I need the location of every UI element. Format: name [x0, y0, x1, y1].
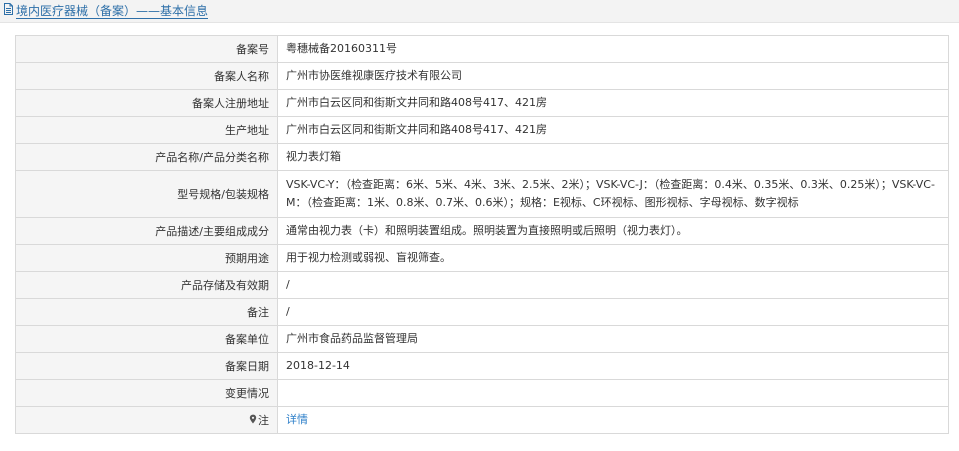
table-row: 变更情况	[16, 379, 948, 407]
table-row: 预期用途 用于视力检测或弱视、盲视筛查。	[16, 244, 948, 272]
row-label: 型号规格/包装规格	[16, 170, 278, 218]
detail-table: 备案号 粤穗械备20160311号 备案人名称 广州市协医维视康医疗技术有限公司…	[16, 36, 948, 434]
page-header: 境内医疗器械（备案）——基本信息	[0, 0, 959, 23]
table-row: 备注 /	[16, 298, 948, 326]
row-label: 备案日期	[16, 352, 278, 380]
page-title: 境内医疗器械（备案）——基本信息	[3, 2, 209, 20]
row-value: 通常由视力表（卡）和照明装置组成。照明装置为直接照明或后照明（视力表灯）。	[277, 217, 948, 245]
row-label: 备案单位	[16, 325, 278, 353]
row-label: 产品存储及有效期	[16, 271, 278, 299]
row-label: 产品名称/产品分类名称	[16, 143, 278, 171]
row-value: 详情	[277, 406, 948, 434]
row-label: 预期用途	[16, 244, 278, 272]
row-value	[277, 379, 948, 407]
row-label: 备案人名称	[16, 62, 278, 90]
row-label: 产品描述/主要组成成分	[16, 217, 278, 245]
row-label: 变更情况	[16, 379, 278, 407]
note-row-label: 注	[16, 406, 278, 434]
row-value: 视力表灯箱	[277, 143, 948, 171]
table-row: 型号规格/包装规格 VSK-VC-Y：（检查距离：6米、5米、4米、3米、2.5…	[16, 170, 948, 218]
table-row: 备案单位 广州市食品药品监督管理局	[16, 325, 948, 353]
page: 境内医疗器械（备案）——基本信息 备案号 粤穗械备20160311号 备案人名称…	[0, 0, 959, 451]
table-row: 备案日期 2018-12-14	[16, 352, 948, 380]
row-label: 备案号	[16, 36, 278, 63]
row-value: /	[277, 271, 948, 299]
document-icon	[3, 2, 14, 20]
table-row: 生产地址 广州市白云区同和街斯文井同和路408号417、421房	[16, 116, 948, 144]
note-row: 注 详情	[16, 406, 948, 434]
row-value: 广州市白云区同和街斯文井同和路408号417、421房	[277, 116, 948, 144]
detail-panel: 备案号 粤穗械备20160311号 备案人名称 广州市协医维视康医疗技术有限公司…	[15, 35, 949, 434]
table-row: 备案号 粤穗械备20160311号	[16, 36, 948, 63]
row-value: VSK-VC-Y：（检查距离：6米、5米、4米、3米、2.5米、2米）；VSK-…	[277, 170, 948, 218]
note-label-text: 注	[258, 414, 269, 427]
page-title-text: 境内医疗器械（备案）——基本信息	[16, 4, 209, 19]
row-value: 用于视力检测或弱视、盲视筛查。	[277, 244, 948, 272]
table-row: 产品存储及有效期 /	[16, 271, 948, 299]
row-value: 广州市食品药品监督管理局	[277, 325, 948, 353]
row-label: 备注	[16, 298, 278, 326]
table-row: 产品名称/产品分类名称 视力表灯箱	[16, 143, 948, 171]
row-value: 广州市协医维视康医疗技术有限公司	[277, 62, 948, 90]
row-value: /	[277, 298, 948, 326]
row-label: 生产地址	[16, 116, 278, 144]
row-value: 粤穗械备20160311号	[277, 36, 948, 63]
row-value: 广州市白云区同和街斯文井同和路408号417、421房	[277, 89, 948, 117]
details-link[interactable]: 详情	[286, 413, 308, 426]
table-row: 产品描述/主要组成成分 通常由视力表（卡）和照明装置组成。照明装置为直接照明或后…	[16, 217, 948, 245]
pin-icon	[249, 414, 257, 427]
row-label: 备案人注册地址	[16, 89, 278, 117]
table-row: 备案人名称 广州市协医维视康医疗技术有限公司	[16, 62, 948, 90]
table-row: 备案人注册地址 广州市白云区同和街斯文井同和路408号417、421房	[16, 89, 948, 117]
row-value: 2018-12-14	[277, 352, 948, 380]
